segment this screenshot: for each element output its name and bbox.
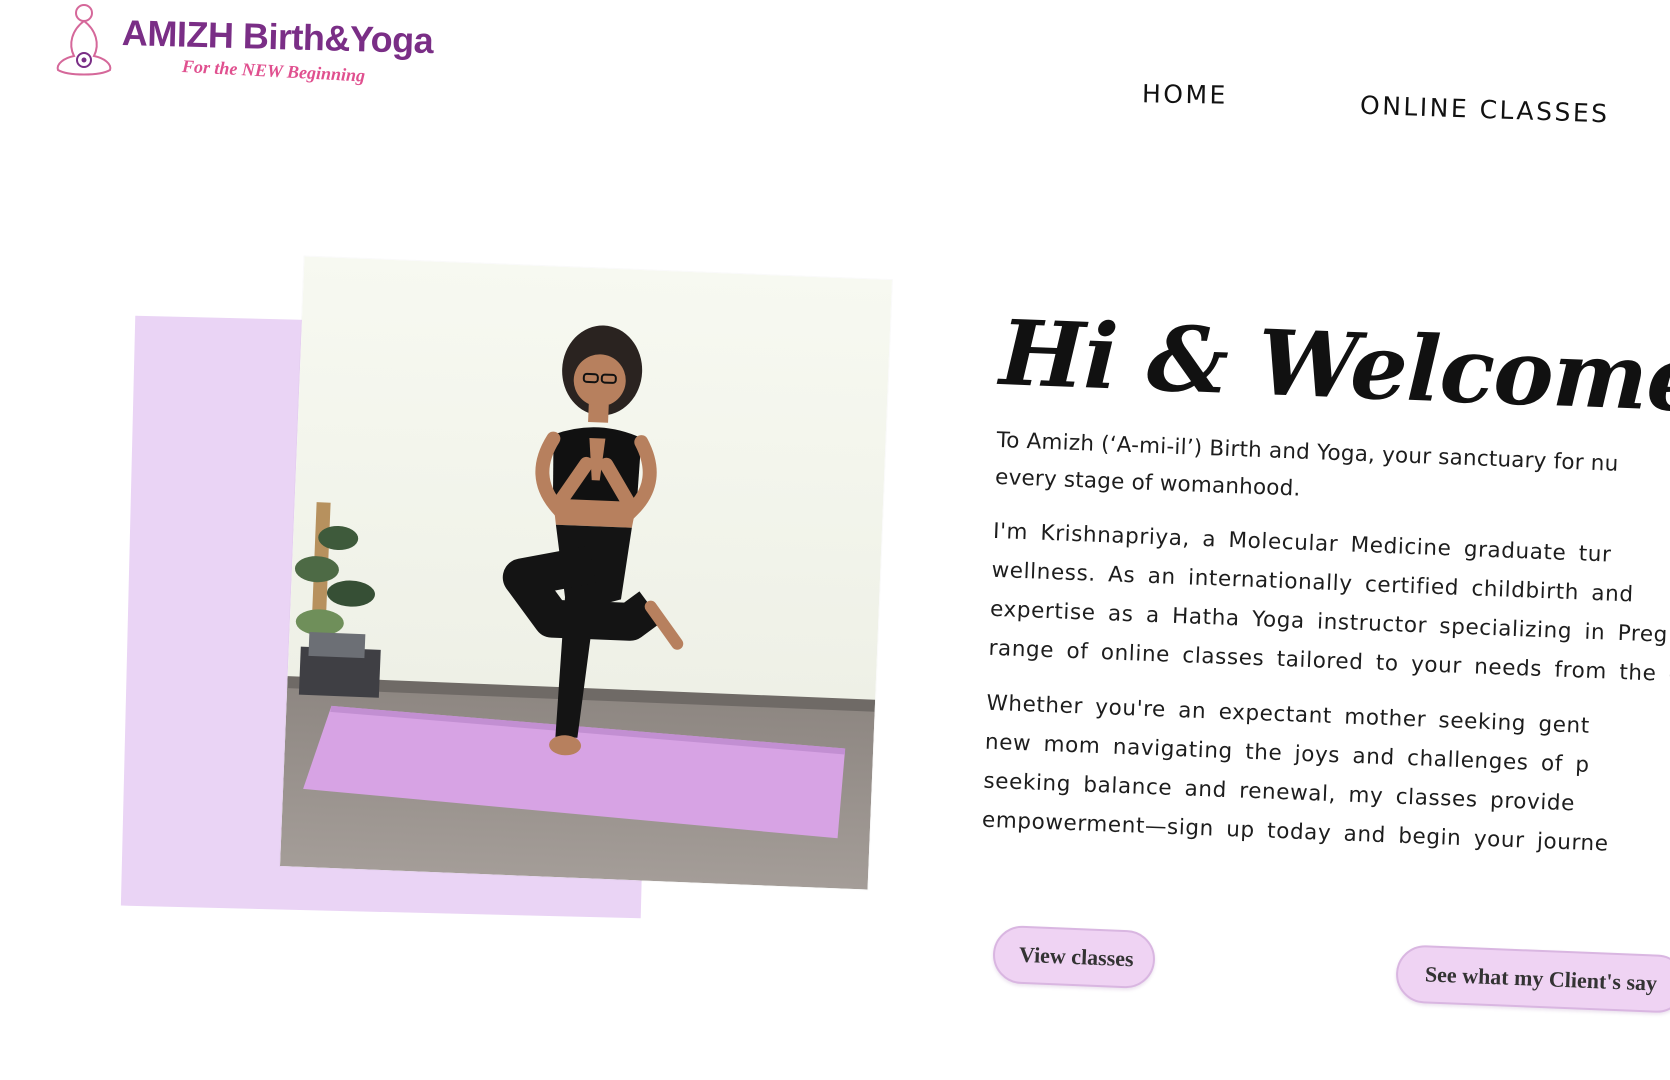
audience-paragraph: Whether you're an expectant mother seeki… <box>981 690 1610 857</box>
main-nav: HOME ONLINE CLASSES <box>0 0 1670 150</box>
nav-online-classes-link[interactable]: ONLINE CLASSES <box>1360 91 1610 129</box>
hero-photo <box>279 256 893 890</box>
about-paragraph: I'm Krishnapriya, a Molecular Medicine g… <box>988 518 1670 688</box>
nav-home-link[interactable]: HOME <box>1142 79 1228 109</box>
view-classes-button[interactable]: View classes <box>991 924 1157 990</box>
yoga-pose-illustration <box>279 256 893 890</box>
welcome-heading: Hi & Welcome! <box>997 300 1670 435</box>
intro-paragraph: To Amizh (‘A-mi-il’) Birth and Yoga, you… <box>994 427 1619 502</box>
welcome-section: Hi & Welcome! To Amizh (‘A-mi-il’) Birth… <box>981 300 1670 886</box>
client-testimonials-button[interactable]: See what my Client's say <box>1394 944 1670 1014</box>
